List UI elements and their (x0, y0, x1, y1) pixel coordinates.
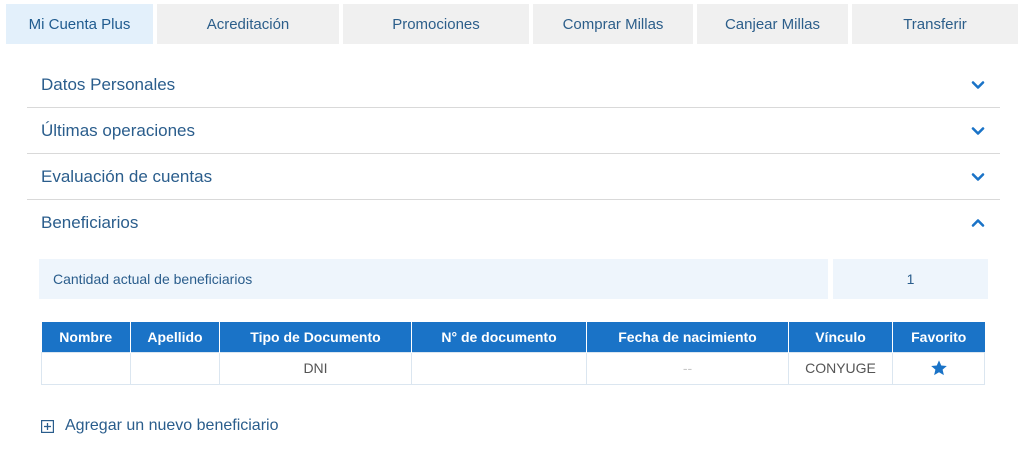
accordion-beneficiarios: Beneficiarios (27, 200, 1000, 246)
beneficiaries-count-value: 1 (833, 259, 988, 299)
tab-comprar-millas[interactable]: Comprar Millas (533, 4, 693, 44)
cell-numero-documento (411, 351, 587, 385)
chevron-up-icon[interactable] (970, 215, 986, 231)
star-icon[interactable] (930, 359, 948, 377)
column-header-numero-documento: N° de documento (411, 322, 587, 352)
accordion-ultimas-operaciones: Últimas operaciones (27, 108, 1000, 154)
column-header-vinculo: Vínculo (788, 322, 893, 352)
tab-bar: Mi Cuenta Plus Acreditación Promociones … (6, 4, 1018, 44)
chevron-down-icon[interactable] (970, 169, 986, 185)
tab-canjear-millas[interactable]: Canjear Millas (697, 4, 848, 44)
cell-favorito (892, 351, 985, 385)
chevron-down-icon[interactable] (970, 123, 986, 139)
tab-promociones[interactable]: Promociones (343, 4, 529, 44)
accordion-header-beneficiarios[interactable]: Beneficiarios (27, 200, 1000, 246)
column-header-tipo-documento: Tipo de Documento (219, 322, 412, 352)
beneficiaries-count-label: Cantidad actual de beneficiarios (39, 259, 828, 299)
cell-fecha-nacimiento: -- (586, 351, 789, 385)
column-header-apellido: Apellido (130, 322, 220, 352)
column-header-nombre: Nombre (41, 322, 131, 352)
add-beneficiary-link[interactable]: Agregar un nuevo beneficiario (41, 415, 278, 437)
beneficiaries-summary: Cantidad actual de beneficiarios 1 (39, 259, 988, 299)
accordion-datos-personales: Datos Personales (27, 62, 1000, 108)
accordion-title: Evaluación de cuentas (41, 166, 213, 186)
cell-nombre (41, 351, 131, 385)
tab-acreditacion[interactable]: Acreditación (157, 4, 339, 44)
accordion-evaluacion-cuentas: Evaluación de cuentas (27, 154, 1000, 200)
cell-vinculo: CONYUGE (788, 351, 893, 385)
accordion-title: Beneficiarios (41, 213, 139, 232)
tab-transferir[interactable]: Transferir (852, 4, 1018, 44)
table-header-row: Nombre Apellido Tipo de Documento N° de … (41, 322, 985, 352)
table-row: DNI -- CONYUGE (41, 351, 985, 385)
cell-apellido (130, 351, 220, 385)
cell-tipo-documento: DNI (219, 351, 412, 385)
add-beneficiary-label: Agregar un nuevo beneficiario (65, 417, 279, 434)
accordion-header-evaluacion-cuentas[interactable]: Evaluación de cuentas (27, 154, 1000, 200)
accordion-header-datos-personales[interactable]: Datos Personales (27, 62, 1000, 108)
beneficiaries-table: Nombre Apellido Tipo de Documento N° de … (41, 322, 985, 385)
column-header-fecha-nacimiento: Fecha de nacimiento (586, 322, 789, 352)
chevron-down-icon[interactable] (970, 77, 986, 93)
accordion-title: Últimas operaciones (41, 120, 196, 140)
accordion-title: Datos Personales (41, 74, 176, 94)
tab-mi-cuenta-plus[interactable]: Mi Cuenta Plus (6, 4, 153, 44)
plus-square-icon (41, 419, 54, 433)
accordion-header-ultimas-operaciones[interactable]: Últimas operaciones (27, 108, 1000, 154)
column-header-favorito: Favorito (892, 322, 985, 352)
